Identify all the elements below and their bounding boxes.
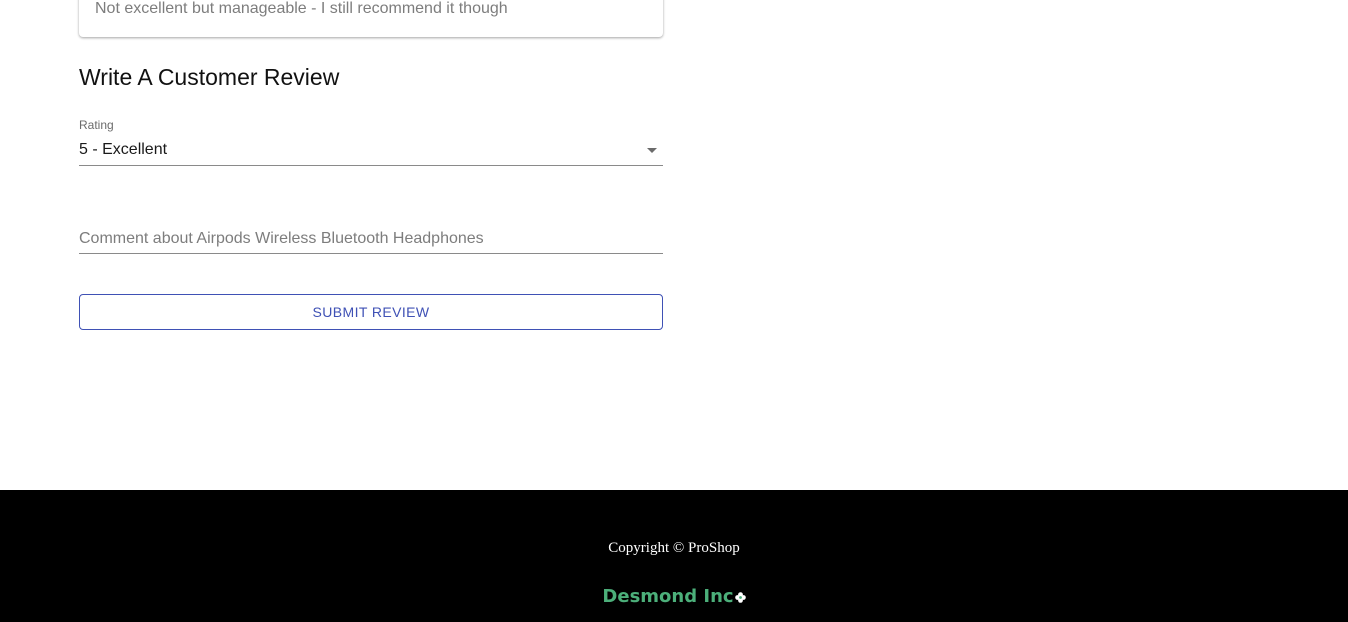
- review-card: Not excellent but manageable - I still r…: [79, 0, 663, 37]
- rating-selected-value: 5 - Excellent: [79, 141, 168, 158]
- rating-label: Rating: [79, 118, 114, 132]
- comment-input[interactable]: [79, 224, 663, 254]
- review-form-title: Write A Customer Review: [79, 64, 340, 90]
- submit-review-button[interactable]: Submit Review: [79, 294, 663, 330]
- chevron-down-icon: [647, 148, 657, 153]
- product-page: Not excellent but manageable - I still r…: [0, 0, 1348, 622]
- review-comment: Not excellent but manageable - I still r…: [95, 0, 508, 17]
- rating-field: Rating 5 - Excellent: [79, 116, 663, 166]
- rating-select[interactable]: 5 - Excellent: [79, 134, 663, 166]
- copyright-text: Copyright © ProShop: [608, 540, 740, 556]
- flower-icon: [734, 592, 746, 603]
- brand-link[interactable]: Desmond Inc: [0, 586, 1348, 607]
- footer: Copyright © ProShop Desmond Inc: [0, 490, 1348, 622]
- brand-name: Desmond Inc: [602, 586, 734, 607]
